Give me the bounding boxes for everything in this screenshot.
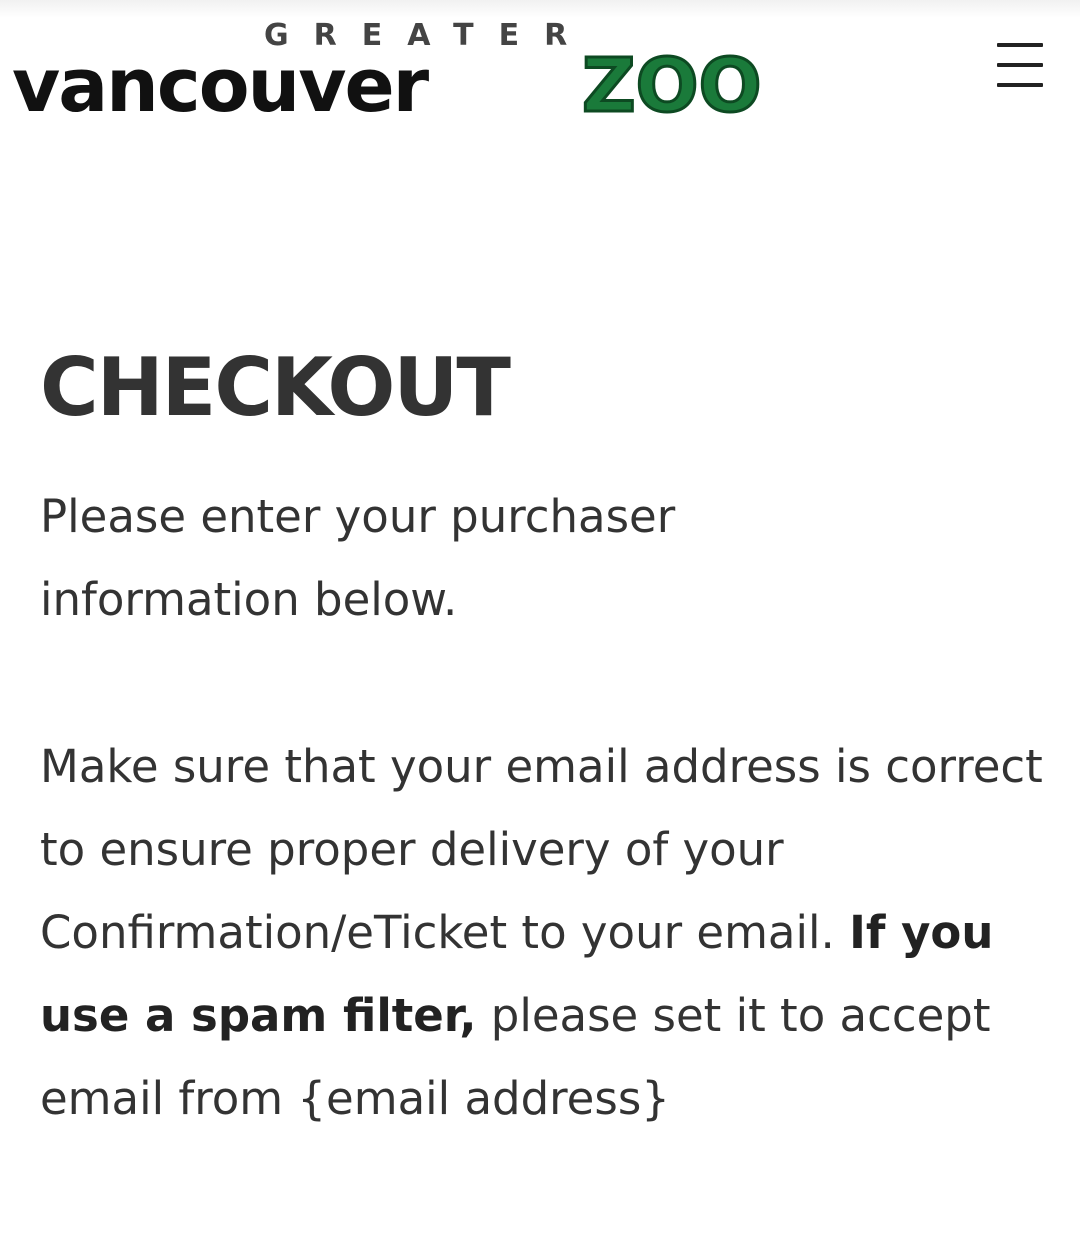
greater-vancouver-zoo-logo[interactable]: GREATER vancouver ZOO — [12, 18, 772, 130]
intro-line-2: information below. — [40, 573, 458, 626]
intro-text: Please enter your purchaser information b… — [40, 475, 1040, 641]
menu-bar-bottom — [997, 83, 1043, 87]
email-notice: Make sure that your email address is cor… — [40, 725, 1050, 1140]
page-title: CHECKOUT — [40, 341, 511, 434]
logo-vancouver-text: vancouver — [12, 43, 429, 129]
intro-line-1: Please enter your purchaser — [40, 490, 676, 543]
logo-zoo-text: ZOO — [580, 43, 762, 130]
menu-bar-top — [997, 43, 1043, 47]
site-header: GREATER vancouver ZOO — [0, 0, 1080, 140]
menu-bar-middle — [997, 63, 1043, 67]
hamburger-menu-icon[interactable] — [990, 38, 1050, 92]
